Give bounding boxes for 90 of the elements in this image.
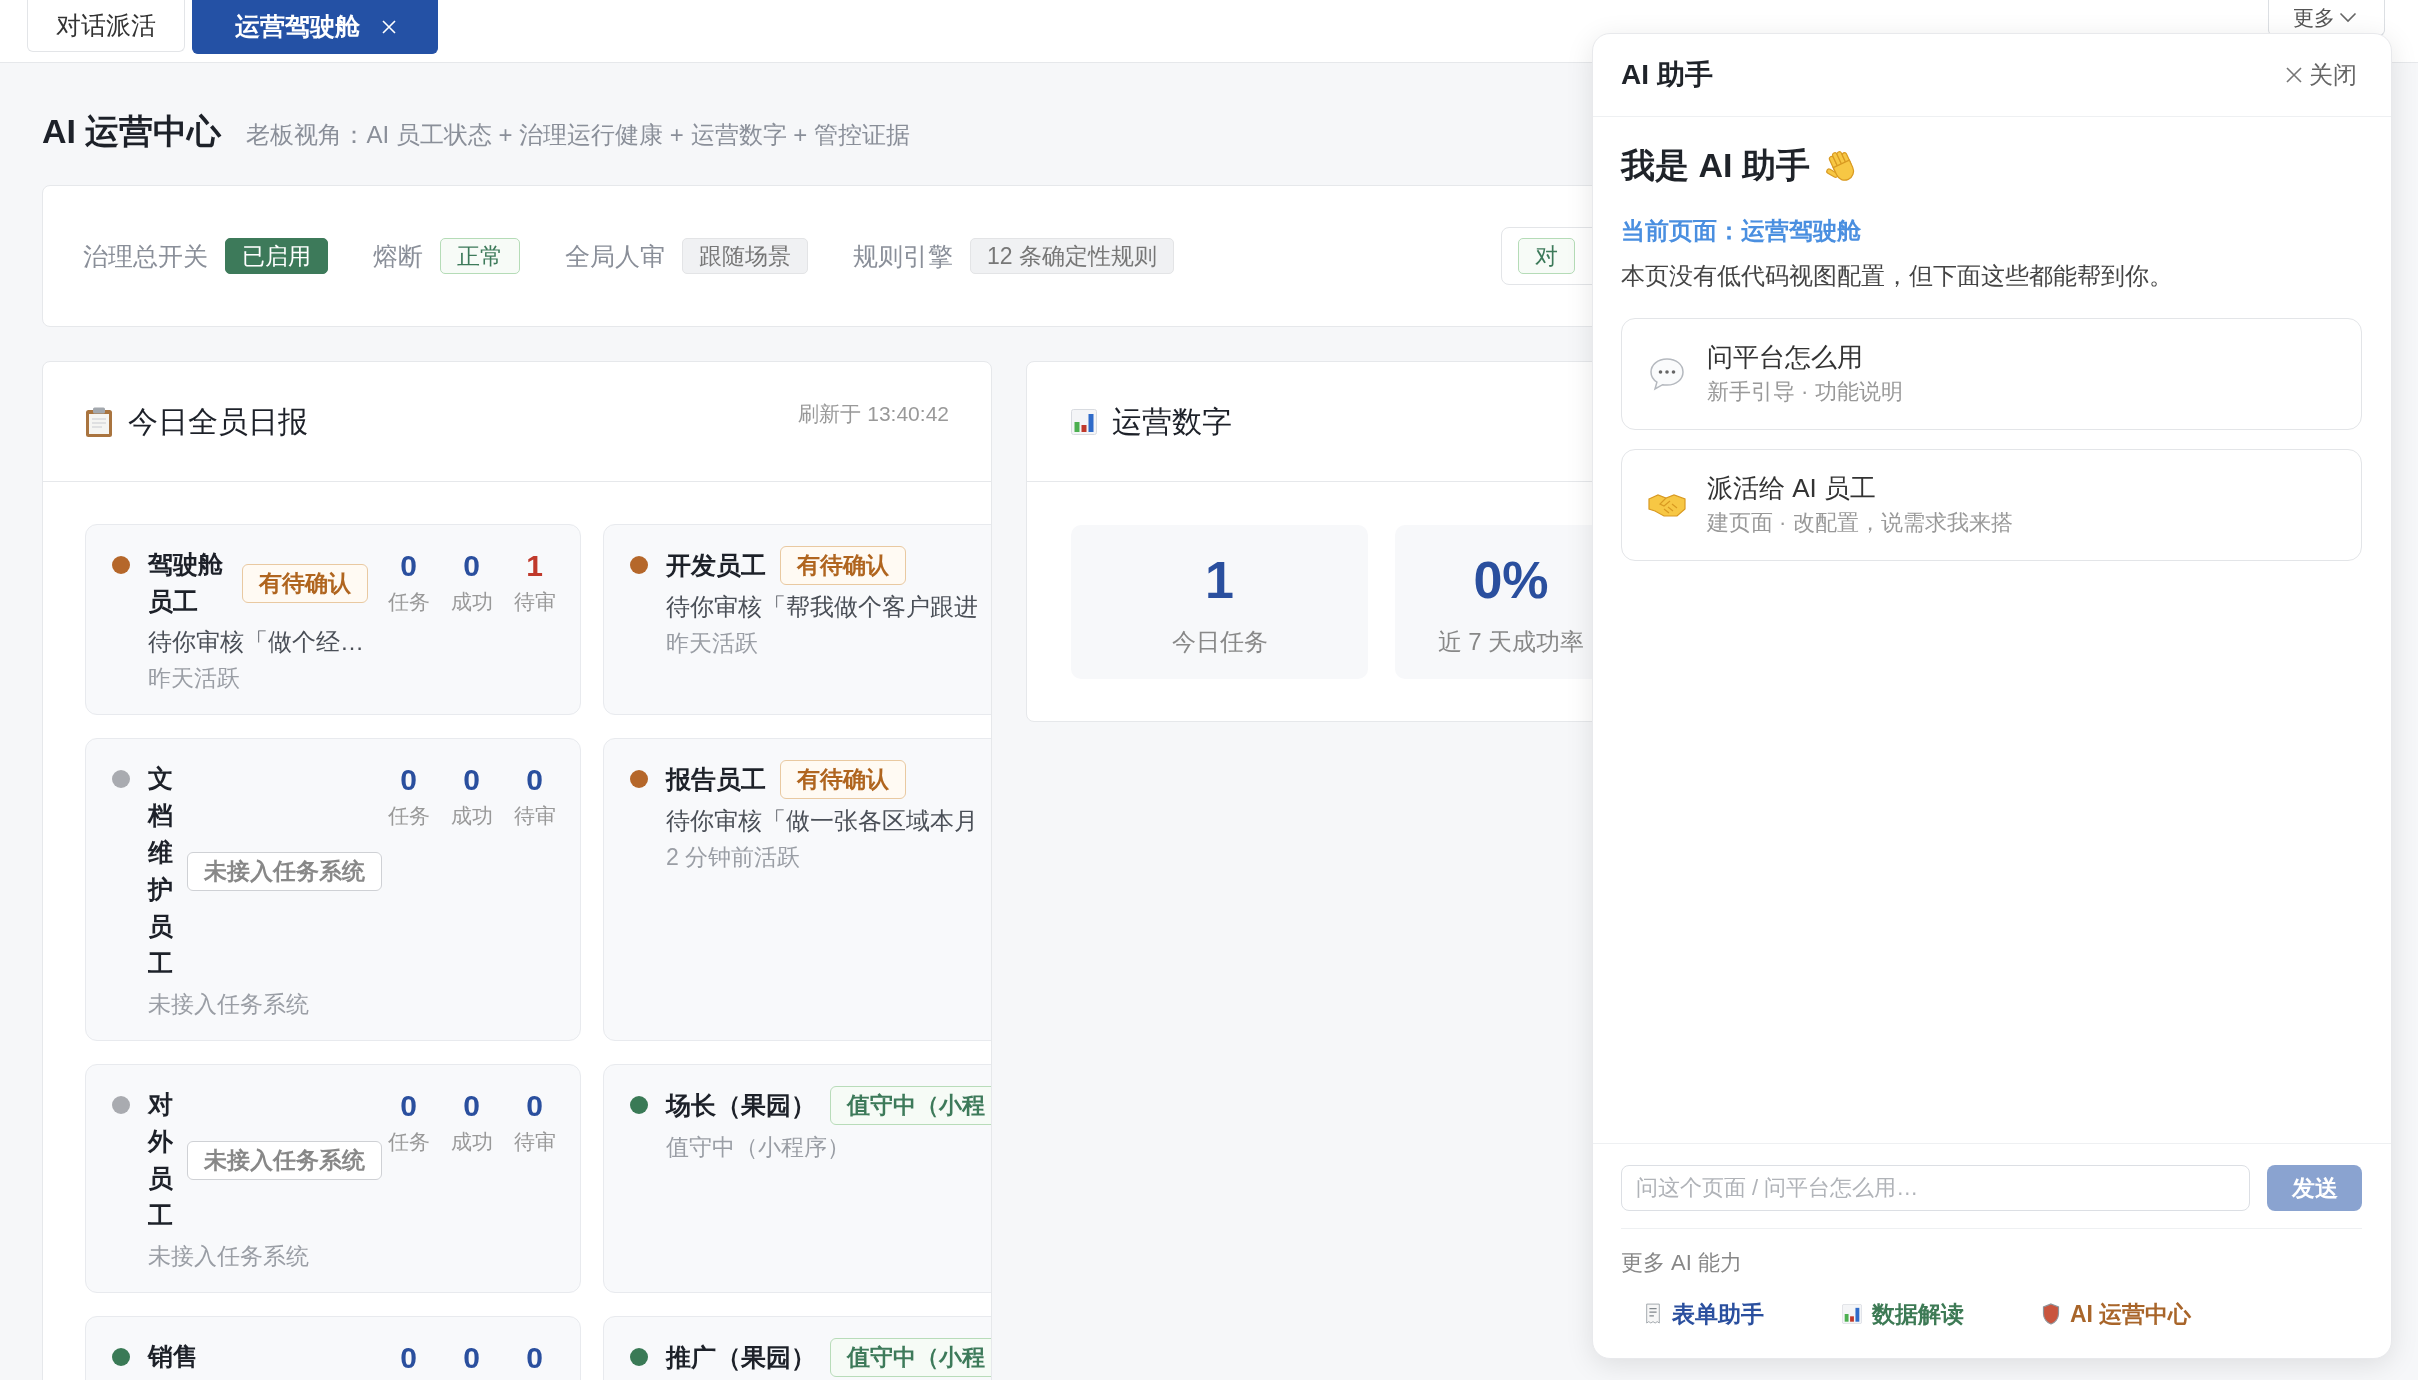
close-icon <box>2285 66 2303 84</box>
status-badge: 未接入任务系统 <box>187 1140 382 1180</box>
stat-value: 0 <box>400 762 417 798</box>
stat-label: 任务 <box>387 589 430 615</box>
status-badge: 值守中（小程 <box>830 1338 991 1377</box>
activity-text: 2 分钟前活跃 <box>666 843 802 872</box>
stat-label: 待审 <box>513 589 556 615</box>
stat-label: 成功 <box>450 589 493 615</box>
option-card[interactable]: 派活给 AI 员工 建页面 · 改配置，说需求我来搭 <box>1621 449 2362 561</box>
close-icon[interactable] <box>381 18 397 35</box>
feature-link[interactable]: 表单助手 <box>1644 1296 1764 1332</box>
stat-value: 1 <box>1205 550 1234 610</box>
question-input[interactable]: 问这个页面 / 问平台怎么用… <box>1621 1165 2250 1211</box>
status-badge: 未接入任务系统 <box>187 851 382 891</box>
bar-chart-icon <box>1071 408 1097 435</box>
refresh-time: 刷新于 13:40:42 <box>798 400 949 427</box>
more-button[interactable]: 更多 <box>2268 0 2385 36</box>
stat-value: 0 <box>463 1340 480 1376</box>
stat-value: 0 <box>526 762 543 798</box>
feature-link[interactable]: 数据解读 <box>1842 1296 1964 1332</box>
status-badge: 值守中（小程 <box>830 1086 991 1125</box>
stat-label: 任务 <box>387 1129 430 1155</box>
setting-label: 治理总开关 <box>83 240 208 272</box>
status-badge: 跟随场景 <box>682 238 808 274</box>
receipt-icon <box>1644 1303 1662 1325</box>
stat-label: 成功 <box>450 1129 493 1155</box>
panel-title: AI 助手 <box>1621 58 1713 92</box>
employee-name: 场长（果园） <box>666 1090 816 1121</box>
option-title: 问平台怎么用 <box>1707 341 1864 374</box>
status-badge: 有待确认 <box>242 563 368 603</box>
status-badge: 对 <box>1518 238 1575 274</box>
activity-text: 未接入任务系统 <box>148 990 310 1019</box>
stat-value: 0 <box>526 1340 543 1376</box>
status-badge: 12 条确定性规则 <box>970 238 1174 274</box>
employee-name: 销售 <box>148 1341 198 1372</box>
activity-text: 未接入任务系统 <box>148 1242 310 1271</box>
panel-title: 运营数字 <box>1112 403 1232 440</box>
stat-value: 0% <box>1473 550 1549 610</box>
stat-label: 待审 <box>513 803 556 829</box>
task-description: 待你审核「帮我做个客户跟进 <box>666 592 979 622</box>
shield-icon <box>2042 1303 2060 1325</box>
chevron-down-icon <box>2339 12 2357 23</box>
page-title: AI 运营中心 <box>42 111 222 152</box>
activity-text: 值守中（小程序） <box>666 1133 851 1162</box>
employee-name: 推广（果园） <box>666 1342 816 1373</box>
tab[interactable]: 运营驾驶舱 <box>192 0 438 54</box>
setting-label: 规则引擎 <box>853 240 953 272</box>
stat-label: 待审 <box>513 1129 556 1155</box>
setting-label: 熔断 <box>373 240 423 272</box>
option-subtitle: 新手引导 · 功能说明 <box>1707 378 1903 406</box>
stat-label: 任务 <box>387 803 430 829</box>
stat-value: 0 <box>463 762 480 798</box>
employee-name: 驾驶舱员工 <box>148 549 224 617</box>
option-title: 派活给 AI 员工 <box>1707 472 1877 505</box>
status-badge: 有待确认 <box>780 546 906 585</box>
current-page-text: 当前页面：运营驾驶舱 <box>1621 216 1862 246</box>
status-badge: 有待确认 <box>780 760 906 799</box>
status-badge: 已启用 <box>225 238 328 274</box>
employee-name: 开发员工 <box>666 550 766 581</box>
tab[interactable]: 对话派活 <box>27 0 185 52</box>
close-button[interactable]: 关闭 <box>2285 59 2357 91</box>
page-subtitle: 老板视角：AI 员工状态 + 治理运行健康 + 运营数字 + 管控证据 <box>246 120 910 150</box>
stat-value: 0 <box>400 1340 417 1376</box>
task-description: 待你审核「做个经… <box>148 627 365 657</box>
feature-link[interactable]: AI 运营中心 <box>2042 1296 2192 1332</box>
option-subtitle: 建页面 · 改配置，说需求我来搭 <box>1707 509 2013 537</box>
setting-label: 全局人审 <box>565 240 665 272</box>
stat-value: 1 <box>526 548 543 584</box>
stat-value: 0 <box>400 548 417 584</box>
section-label: 更多 AI 能力 <box>1621 1249 1743 1277</box>
stat-value: 0 <box>463 1088 480 1124</box>
help-text: 本页没有低代码视图配置，但下面这些都能帮到你。 <box>1621 261 2174 291</box>
activity-text: 昨天活跃 <box>148 664 241 693</box>
employee-name: 对外员工 <box>148 1089 173 1231</box>
employee-name: 文档维护员工 <box>148 763 173 979</box>
activity-text: 昨天活跃 <box>666 629 759 658</box>
employee-name: 报告员工 <box>666 764 766 795</box>
status-badge: 正常 <box>440 238 520 274</box>
stat-label: 近 7 天成功率 <box>1437 627 1585 657</box>
bar-chart-icon <box>1842 1304 1862 1324</box>
panel-title: 今日全员日报 <box>128 403 308 440</box>
task-description: 待你审核「做一张各区域本月 <box>666 806 979 836</box>
stat-value: 0 <box>526 1088 543 1124</box>
greeting-title: 我是 AI 助手 <box>1621 145 1810 186</box>
stat-value: 0 <box>400 1088 417 1124</box>
clipboard-icon <box>85 406 113 437</box>
stat-label: 成功 <box>450 803 493 829</box>
option-card[interactable]: 问平台怎么用 新手引导 · 功能说明 <box>1621 318 2362 430</box>
stat-value: 0 <box>463 548 480 584</box>
stat-label: 今日任务 <box>1171 627 1268 657</box>
